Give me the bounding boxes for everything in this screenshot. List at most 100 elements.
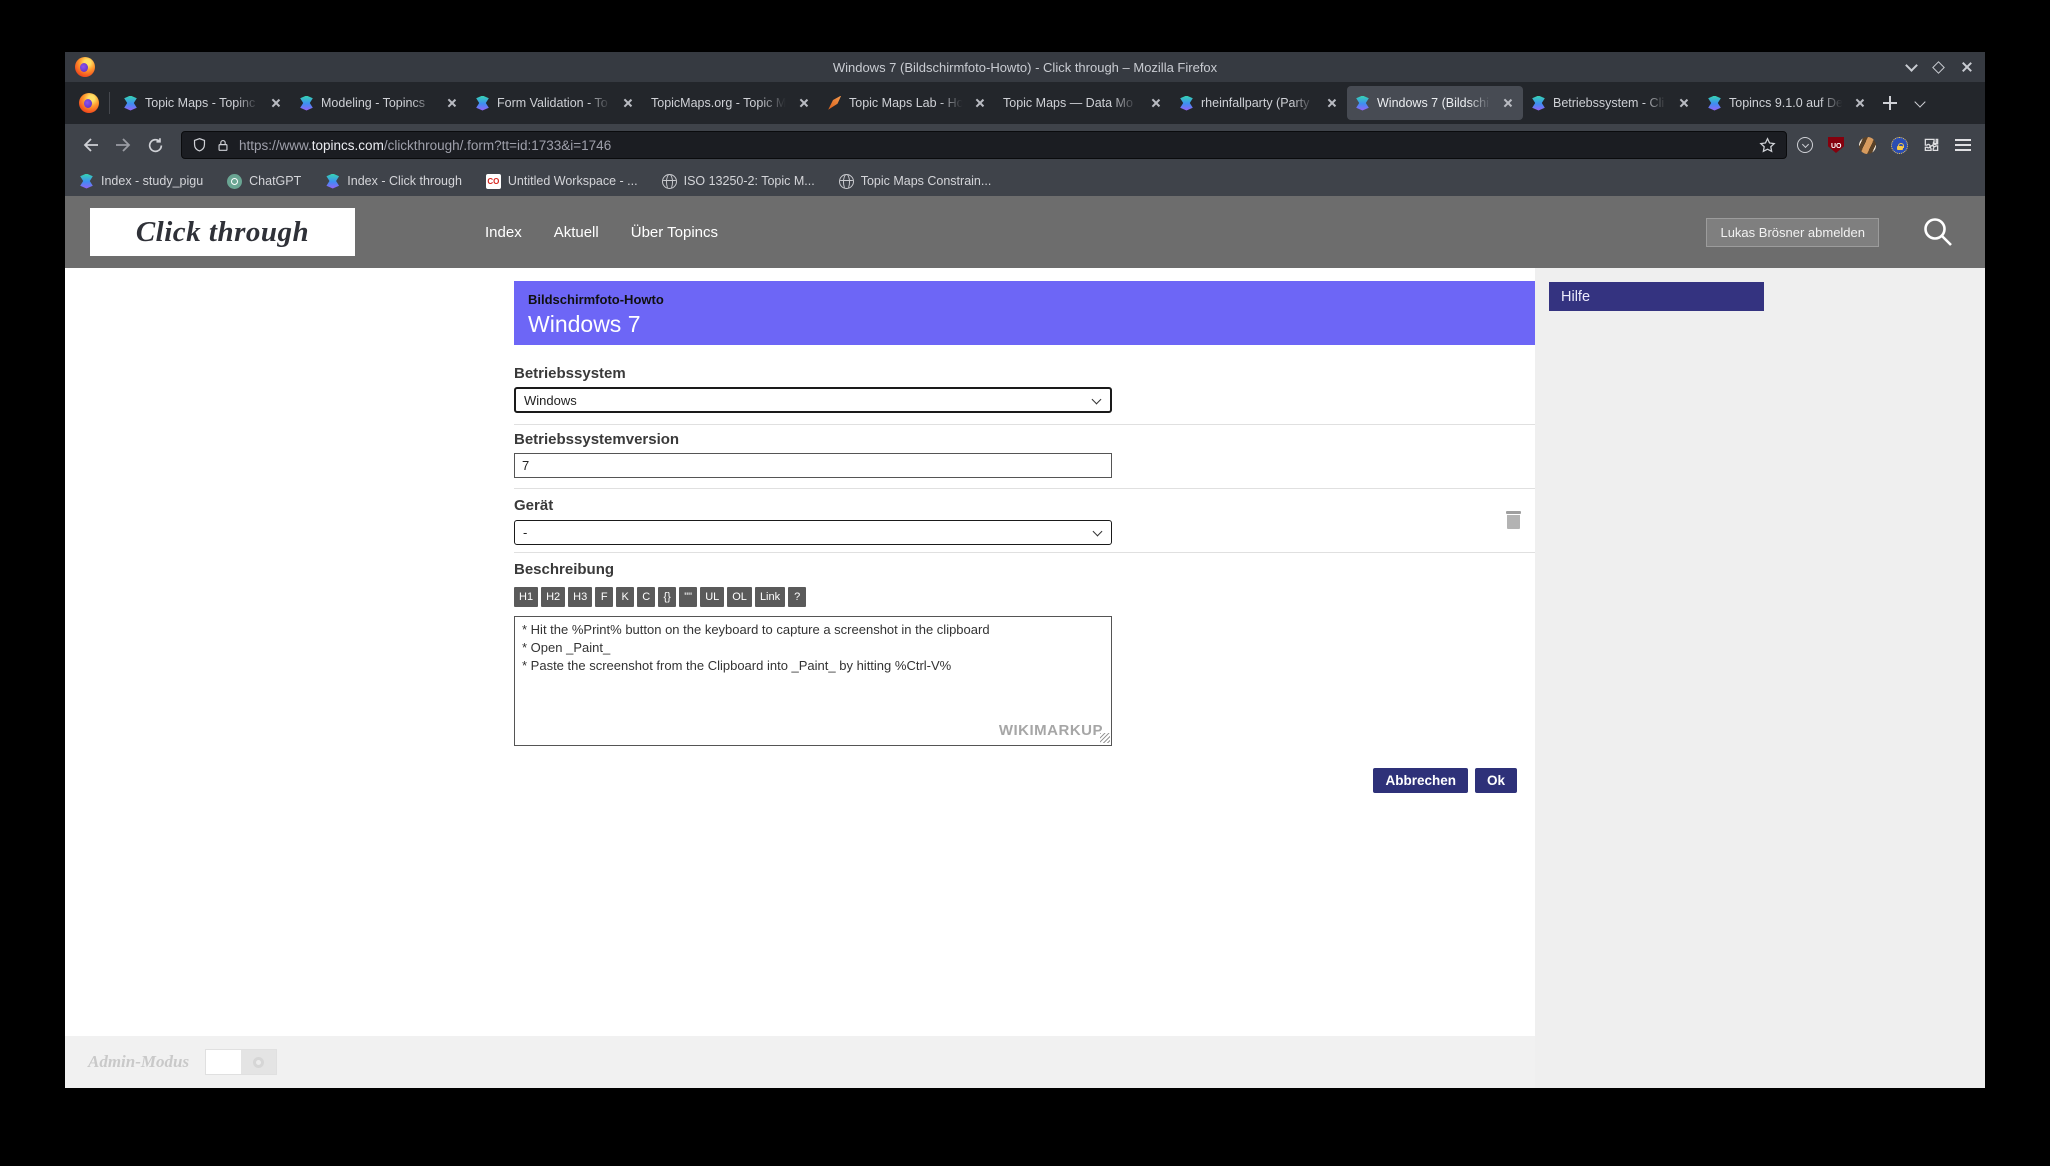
tab-modeling[interactable]: Modeling - Topincs (291, 86, 467, 120)
geraet-select[interactable]: - (514, 520, 1112, 545)
ublock-origin-icon[interactable]: UO (1828, 137, 1844, 153)
firefox-view-button[interactable] (71, 86, 107, 120)
wiki-braces-button[interactable]: {} (658, 587, 676, 607)
wiki-quotes-button[interactable]: "" (679, 587, 697, 607)
bookmark-item[interactable]: ChatGPT (227, 174, 301, 189)
wiki-italic-button[interactable]: K (616, 587, 634, 607)
wiki-code-button[interactable]: C (637, 587, 655, 607)
nav-link-ueber-topincs[interactable]: Über Topincs (631, 224, 718, 241)
chevron-down-icon (1914, 96, 1925, 107)
nav-link-index[interactable]: Index (485, 224, 522, 241)
tab-close-icon[interactable] (1149, 96, 1163, 110)
form-title: Windows 7 (528, 311, 1521, 338)
cancel-button[interactable]: Abbrechen (1373, 768, 1468, 793)
tab-close-icon[interactable] (1677, 96, 1691, 110)
wiki-ul-button[interactable]: UL (700, 587, 724, 607)
page-viewport: Click through Index Aktuell Über Topincs… (65, 196, 1985, 1088)
extensions-puzzle-icon[interactable] (1923, 137, 1940, 154)
maximize-icon[interactable] (1932, 61, 1945, 74)
tab-close-icon[interactable] (1853, 96, 1867, 110)
wiki-h2-button[interactable]: H2 (541, 587, 565, 607)
tab-close-icon[interactable] (797, 96, 811, 110)
site-logo[interactable]: Click through (90, 208, 355, 256)
bookmark-item[interactable]: COUntitled Workspace - ... (486, 174, 638, 189)
new-tab-button[interactable] (1875, 88, 1905, 118)
delete-trash-icon[interactable] (1505, 511, 1522, 530)
privacy-badger-icon[interactable] (1859, 137, 1876, 154)
url-text[interactable]: https://www.topincs.com/clickthrough/.fo… (239, 138, 1750, 153)
window-title: Windows 7 (Bildschirmfoto-Howto) - Click… (833, 60, 1217, 75)
bookmark-item[interactable]: Index - Click through (325, 174, 462, 189)
chevron-down-icon (1092, 395, 1102, 405)
reload-button[interactable] (139, 130, 171, 160)
feather-icon (827, 96, 842, 111)
list-all-tabs-button[interactable] (1905, 88, 1935, 118)
tab-topicmaps-org[interactable]: TopicMaps.org - Topic M (643, 86, 819, 120)
url-bar[interactable]: https://www.topincs.com/clickthrough/.fo… (181, 131, 1787, 159)
divider (514, 488, 1535, 489)
shield-icon[interactable] (192, 137, 207, 153)
logout-button[interactable]: Lukas Brösner abmelden (1706, 218, 1879, 247)
bookmark-item[interactable]: Topic Maps Constrain... (839, 174, 992, 189)
firefox-window: Windows 7 (Bildschirmfoto-Howto) - Click… (65, 52, 1985, 1088)
resize-grip[interactable] (1100, 733, 1110, 743)
tab-close-icon[interactable] (621, 96, 635, 110)
bookmark-star-icon[interactable] (1759, 137, 1776, 154)
wiki-link-button[interactable]: Link (755, 587, 785, 607)
lock-icon[interactable] (216, 138, 230, 153)
tab-betriebssystem[interactable]: Betriebssystem - Cli (1523, 86, 1699, 120)
tab-close-icon[interactable] (269, 96, 283, 110)
nav-link-aktuell[interactable]: Aktuell (554, 224, 599, 241)
minimize-icon[interactable] (1905, 59, 1918, 72)
menu-hamburger-icon[interactable] (1955, 139, 1971, 151)
reload-icon (147, 137, 164, 154)
tab-close-icon[interactable] (973, 96, 987, 110)
admin-footer: Admin-Modus (65, 1036, 1535, 1088)
topincs-icon (79, 174, 94, 189)
tab-close-icon[interactable] (1501, 96, 1515, 110)
admin-mode-toggle[interactable] (205, 1049, 277, 1075)
wiki-bold-button[interactable]: F (595, 587, 613, 607)
firefox-icon (79, 93, 99, 113)
tab-data-model[interactable]: Topic Maps — Data Mo (995, 86, 1171, 120)
divider (514, 424, 1535, 425)
version-label: Betriebssystemversion (514, 431, 1535, 448)
window-controls (1907, 52, 1973, 82)
wiki-h3-button[interactable]: H3 (568, 587, 592, 607)
tab-topic-maps[interactable]: Topic Maps - Topinc (115, 86, 291, 120)
form-actions: Abbrechen Ok (514, 768, 1535, 793)
form-header: Bildschirmfoto-Howto Windows 7 (514, 281, 1535, 345)
chevron-down-icon (1093, 527, 1103, 537)
navigation-toolbar: https://www.topincs.com/clickthrough/.fo… (65, 124, 1985, 166)
topincs-icon (1707, 96, 1722, 111)
bookmark-item[interactable]: Index - study_pigu (79, 174, 203, 189)
bookmark-item[interactable]: ISO 13250-2: Topic M... (662, 174, 815, 189)
betriebssystem-select[interactable]: Windows (514, 387, 1112, 413)
plus-icon (1883, 96, 1897, 110)
wiki-help-button[interactable]: ? (788, 587, 806, 607)
eu-privacy-icon[interactable] (1891, 137, 1908, 154)
ok-button[interactable]: Ok (1475, 768, 1517, 793)
tab-windows7-active[interactable]: Windows 7 (Bildschi (1347, 86, 1523, 120)
tab-topincs-910[interactable]: Topincs 9.1.0 auf De (1699, 86, 1875, 120)
tab-form-validation[interactable]: Form Validation - To (467, 86, 643, 120)
url-domain: topincs.com (312, 138, 384, 153)
tab-topic-maps-lab[interactable]: Topic Maps Lab - Ho (819, 86, 995, 120)
beschreibung-textarea[interactable]: * Hit the %Print% button on the keyboard… (514, 616, 1112, 746)
help-button[interactable]: Hilfe (1549, 282, 1764, 311)
window-titlebar: Windows 7 (Bildschirmfoto-Howto) - Click… (65, 52, 1985, 82)
tab-rheinfallparty[interactable]: rheinfallparty (Party (1171, 86, 1347, 120)
window-close-icon[interactable] (1961, 61, 1973, 73)
tab-close-icon[interactable] (445, 96, 459, 110)
forward-icon (114, 137, 132, 153)
forward-button[interactable] (107, 130, 139, 160)
wiki-ol-button[interactable]: OL (727, 587, 752, 607)
help-sidebar: Hilfe (1535, 268, 1985, 1088)
version-input[interactable] (514, 453, 1112, 478)
back-button[interactable] (75, 130, 107, 160)
search-button[interactable] (1921, 215, 1955, 249)
tab-close-icon[interactable] (1325, 96, 1339, 110)
main-content: Bildschirmfoto-Howto Windows 7 Betriebss… (65, 268, 1535, 1088)
pocket-icon[interactable] (1797, 137, 1813, 153)
wiki-h1-button[interactable]: H1 (514, 587, 538, 607)
